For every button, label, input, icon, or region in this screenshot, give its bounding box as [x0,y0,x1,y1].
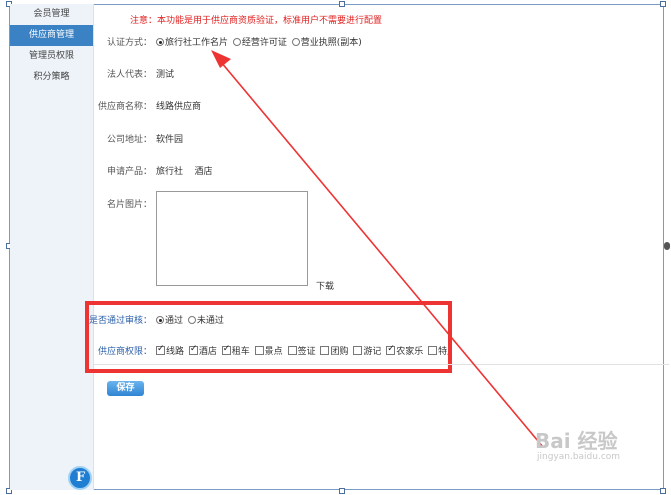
annotation-arrow-head [211,50,231,68]
watermark-brand: Bai 经验 [535,429,618,453]
watermark: Bai 经验 jingyan.baidu.com [535,425,620,462]
annotation-arrow-line [220,61,544,448]
annotation-arrow [211,50,544,448]
watermark-url: jingyan.baidu.com [537,452,621,462]
